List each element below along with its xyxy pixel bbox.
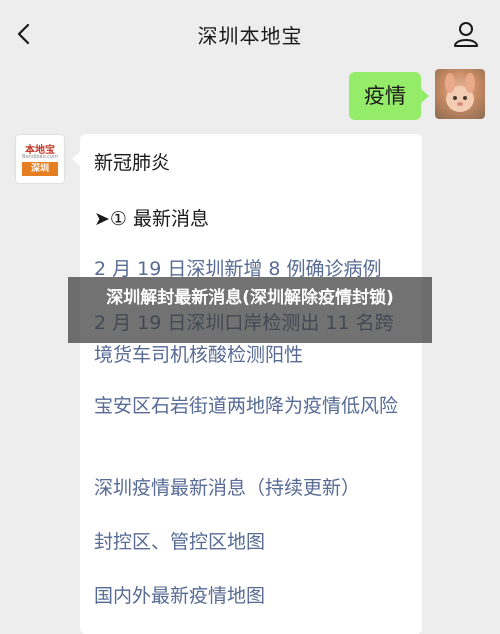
page-title: 深圳本地宝: [197, 24, 303, 48]
bot-avatar[interactable]: 本地宝 Bendibao.com 深圳: [15, 134, 65, 184]
profile-icon[interactable]: [452, 20, 480, 48]
logo-city-text: 深圳: [22, 162, 58, 176]
section-heading: ➤① 最新消息: [94, 208, 209, 230]
news-link[interactable]: 深圳疫情最新消息（持续更新）: [94, 472, 412, 504]
map-link[interactable]: 国内外最新疫情地图: [94, 580, 412, 612]
map-link[interactable]: 封控区、管控区地图: [94, 526, 412, 558]
logo-site-text: Bendibao.com: [22, 154, 58, 160]
caption-overlay: 深圳解封最新消息(深圳解除疫情封锁): [68, 277, 432, 343]
news-link[interactable]: 宝安区石岩街道两地降为疫情低风险: [94, 390, 412, 422]
avatar-illustration-icon: [445, 73, 475, 112]
outgoing-message-bubble: 疫情: [349, 72, 429, 120]
incoming-message-bubble: 新冠肺炎 ➤① 最新消息 2 月 19 日深圳新增 8 例确诊病例 2 月 19…: [72, 134, 422, 634]
top-bar: 深圳本地宝: [0, 0, 500, 64]
message-heading: 新冠肺炎: [94, 152, 171, 174]
user-avatar[interactable]: [435, 69, 485, 119]
